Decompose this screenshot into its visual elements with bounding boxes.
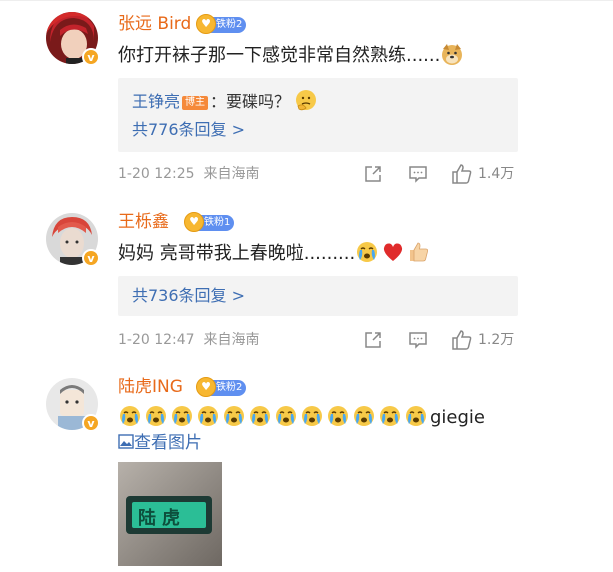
crying-emoji	[276, 406, 296, 426]
reply-preview-box[interactable]: 王铮亮 博主 ：要碟吗？ 共776条回复 >	[118, 78, 518, 152]
comment-text-body: 妈妈 亮哥带我上春晚啦.........	[118, 243, 356, 264]
heart-badge-icon: ♥	[196, 14, 216, 34]
crying-emoji	[357, 242, 378, 262]
crying-emoji	[328, 406, 348, 426]
avatar[interactable]: v	[46, 378, 100, 432]
attached-image[interactable]: 陆虎	[118, 462, 222, 566]
reply-author[interactable]: 王铮亮	[132, 92, 180, 111]
reply-text: ：要碟吗？	[210, 92, 291, 111]
crying-emoji	[302, 406, 322, 426]
view-image-label: 查看图片	[134, 433, 202, 453]
location: 来自海南	[203, 332, 260, 348]
crying-emoji	[380, 406, 400, 426]
fan-badge: ♥ 铁粉2	[196, 14, 247, 34]
fan-badge: ♥ 铁粉1	[184, 212, 235, 232]
thinking-emoji	[296, 90, 317, 111]
crying-emoji	[224, 406, 244, 426]
verified-badge-icon: v	[82, 414, 100, 432]
heart-badge-icon: ♥	[196, 377, 216, 397]
like-icon[interactable]	[451, 329, 473, 351]
reply-count-link[interactable]: 共736条回复 >	[132, 286, 245, 306]
verified-badge-icon: v	[82, 249, 100, 267]
verified-badge-icon: v	[82, 48, 100, 66]
fan-badge-label: 铁粉2	[216, 382, 243, 393]
fan-badge-label: 铁粉2	[216, 19, 243, 30]
location: 来自海南	[203, 166, 260, 182]
crying-emoji	[406, 406, 426, 426]
comment-text: 你打开袜子那一下感觉非常自然熟练......	[118, 42, 466, 68]
red-heart-emoji	[384, 243, 403, 261]
blogger-badge: 博主	[182, 96, 209, 110]
crying-emoji	[198, 406, 218, 426]
comment-text-body: 你打开袜子那一下感觉非常自然熟练......	[118, 45, 441, 66]
crying-emoji	[172, 406, 192, 426]
fan-badge: ♥ 铁粉2	[196, 377, 247, 397]
reply-preview: 王铮亮 博主 ：要碟吗？	[132, 88, 320, 112]
avatar[interactable]: v	[46, 213, 100, 267]
reply-count-link[interactable]: 共776条回复 >	[132, 120, 245, 140]
crying-emoji	[146, 406, 166, 426]
like-icon[interactable]	[451, 163, 473, 185]
crying-emoji	[354, 406, 374, 426]
username[interactable]: 王栎鑫	[118, 212, 169, 232]
comment-icon[interactable]	[408, 164, 428, 184]
top-divider	[0, 0, 613, 1]
comment-icon[interactable]	[408, 330, 428, 350]
view-image-link[interactable]: 查看图片	[118, 433, 202, 453]
comment-meta: 1-20 12:25 来自海南	[118, 165, 259, 183]
share-icon[interactable]	[363, 164, 383, 184]
share-icon[interactable]	[363, 330, 383, 350]
crying-emoji	[250, 406, 270, 426]
comment-text-suffix: giegie	[430, 407, 486, 428]
heart-badge-icon: ♥	[184, 212, 204, 232]
thumbs-up-emoji	[410, 242, 429, 262]
comment-meta: 1-20 12:47 来自海南	[118, 331, 259, 349]
like-count: 1.2万	[478, 332, 515, 348]
avatar[interactable]: v	[46, 12, 100, 66]
comment-text: giegie	[118, 404, 485, 430]
comment-text: 妈妈 亮哥带我上春晚啦.........	[118, 240, 433, 266]
timestamp: 1-20 12:47	[118, 332, 195, 348]
crying-emoji	[120, 406, 140, 426]
reply-preview-box[interactable]: 共736条回复 >	[118, 276, 518, 316]
timestamp: 1-20 12:25	[118, 166, 195, 182]
username[interactable]: 张远 Bird	[118, 14, 191, 34]
like-count: 1.4万	[478, 166, 515, 182]
doge-emoji	[442, 44, 463, 65]
fan-badge-label: 铁粉1	[204, 217, 231, 228]
image-icon	[118, 434, 134, 449]
image-led-text: 陆虎	[138, 508, 186, 529]
username[interactable]: 陆虎ING	[118, 377, 183, 397]
